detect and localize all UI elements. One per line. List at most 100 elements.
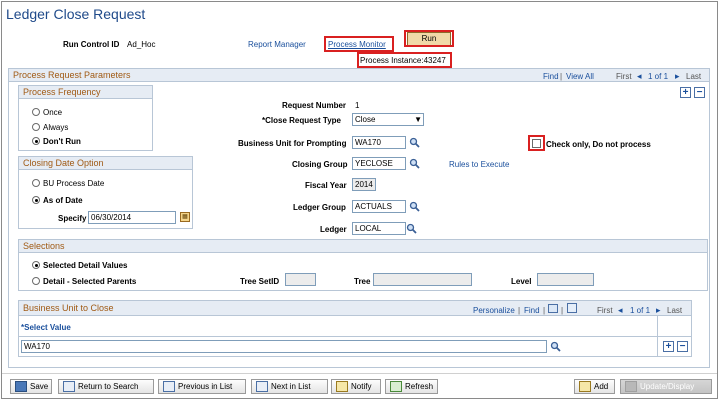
- save-icon: [15, 381, 27, 393]
- run-control-value: Ad_Hoc: [127, 40, 156, 49]
- report-manager-link[interactable]: Report Manager: [248, 40, 306, 49]
- save-label: Save: [30, 382, 49, 391]
- tree-input[interactable]: [373, 273, 472, 286]
- previous-in-list-button[interactable]: Previous in List: [158, 379, 246, 394]
- process-request-parameters-header: Process Request Parameters: [9, 69, 709, 82]
- params-next-arrow-icon[interactable]: ▸: [675, 71, 680, 82]
- frequency-once-label: Once: [43, 108, 63, 117]
- ledger-input[interactable]: LOCAL: [352, 222, 406, 235]
- update-display-button[interactable]: Update/Display: [620, 379, 712, 394]
- selections-title: Selections: [23, 241, 65, 251]
- bu-process-date-radio[interactable]: [32, 179, 40, 187]
- check-only-label: Check only, Do not process: [546, 140, 651, 149]
- bu-prompting-input[interactable]: WA170: [352, 136, 406, 149]
- next-in-list-button[interactable]: Next in List: [251, 379, 328, 394]
- select-value-column-header[interactable]: *Select Value: [21, 323, 71, 332]
- previous-in-list-icon: [163, 381, 175, 393]
- run-control-label: Run Control ID: [63, 40, 120, 49]
- toolbar-divider: [2, 373, 717, 374]
- frequency-dont-run-label: Don't Run: [43, 137, 81, 146]
- process-instance-highlight: [357, 52, 452, 68]
- refresh-label: Refresh: [405, 382, 434, 391]
- params-range: 1 of 1: [648, 72, 669, 81]
- return-to-search-button[interactable]: Return to Search: [58, 379, 154, 394]
- params-first: First: [616, 72, 632, 81]
- bu-close-last: Last: [667, 306, 683, 315]
- as-of-date-radio[interactable]: [32, 196, 40, 204]
- dropdown-arrow-icon: ▼: [414, 115, 422, 124]
- process-request-parameters-title: Process Request Parameters: [13, 70, 131, 80]
- calendar-icon[interactable]: ▦: [180, 212, 190, 222]
- level-label: Level: [511, 277, 532, 286]
- ledger-group-search-icon[interactable]: [409, 201, 420, 212]
- params-delete-row-icon[interactable]: −: [694, 87, 705, 98]
- process-frequency-title: Process Frequency: [23, 87, 101, 97]
- selections-header: Selections: [19, 240, 707, 253]
- next-in-list-icon: [256, 381, 268, 393]
- params-last: Last: [686, 72, 702, 81]
- bu-close-delete-row-icon[interactable]: −: [677, 341, 688, 352]
- bu-close-find-link[interactable]: Find: [524, 306, 540, 315]
- params-separator: |: [560, 72, 563, 81]
- specify-date-input[interactable]: 06/30/2014: [88, 211, 176, 224]
- bu-close-next-arrow-icon[interactable]: ▸: [656, 305, 661, 316]
- return-to-search-label: Return to Search: [78, 382, 139, 391]
- tree-setid-label: Tree SetID: [240, 277, 280, 286]
- frequency-dont-run-radio[interactable]: [32, 137, 40, 145]
- notify-label: Notify: [351, 382, 372, 391]
- fiscal-year-input[interactable]: 2014: [352, 178, 376, 191]
- request-number-value: 1: [355, 101, 360, 110]
- detail-selected-parents-radio[interactable]: [32, 277, 40, 285]
- params-prev-arrow-icon[interactable]: ◂: [637, 71, 642, 82]
- previous-in-list-label: Previous in List: [178, 382, 233, 391]
- closing-group-input[interactable]: YECLOSE: [352, 157, 406, 170]
- refresh-button[interactable]: Refresh: [385, 379, 438, 394]
- select-value-search-icon[interactable]: [550, 341, 561, 352]
- ledger-search-icon[interactable]: [406, 223, 417, 234]
- next-in-list-label: Next in List: [271, 382, 311, 391]
- personalize-link[interactable]: Personalize: [473, 306, 515, 315]
- level-input[interactable]: [537, 273, 594, 286]
- selected-detail-values-radio[interactable]: [32, 261, 40, 269]
- update-display-label: Update/Display: [640, 382, 695, 391]
- check-only-highlight: [528, 135, 545, 151]
- specify-label: Specify: [58, 214, 87, 223]
- closing-group-label: Closing Group: [292, 160, 348, 169]
- close-request-type-label: *Close Request Type: [262, 116, 341, 125]
- closing-group-search-icon[interactable]: [409, 158, 420, 169]
- params-add-row-icon[interactable]: +: [680, 87, 691, 98]
- fiscal-year-label: Fiscal Year: [305, 181, 347, 190]
- frequency-once-radio[interactable]: [32, 108, 40, 116]
- request-number-label: Request Number: [282, 101, 347, 110]
- notify-icon: [336, 381, 348, 393]
- ledger-group-input[interactable]: ACTUALS: [352, 200, 406, 213]
- closing-date-title: Closing Date Option: [23, 158, 104, 168]
- return-to-search-icon: [63, 381, 75, 393]
- rules-to-execute-link[interactable]: Rules to Execute: [449, 160, 509, 169]
- bu-process-date-label: BU Process Date: [43, 179, 105, 188]
- close-request-type-select[interactable]: Close ▼: [352, 113, 424, 126]
- grid-divider: [19, 336, 691, 337]
- process-frequency-header: Process Frequency: [19, 86, 152, 99]
- bu-close-column-header: [19, 316, 691, 336]
- notify-button[interactable]: Notify: [331, 379, 381, 394]
- bu-prompting-search-icon[interactable]: [409, 137, 420, 148]
- ledger-group-label: Ledger Group: [293, 203, 346, 212]
- bu-close-range: 1 of 1: [630, 306, 651, 315]
- params-view-all-link[interactable]: View All: [566, 72, 594, 81]
- view-all-grid-icon[interactable]: [548, 304, 558, 313]
- select-value-input[interactable]: WA170: [21, 340, 547, 353]
- frequency-always-radio[interactable]: [32, 123, 40, 131]
- detail-selected-parents-label: Detail - Selected Parents: [43, 277, 137, 286]
- bu-close-prev-arrow-icon[interactable]: ◂: [618, 305, 623, 316]
- download-excel-icon[interactable]: [567, 303, 577, 313]
- add-button[interactable]: Add: [574, 379, 615, 394]
- save-button[interactable]: Save: [10, 379, 52, 394]
- bu-close-header: Business Unit to Close: [19, 301, 691, 316]
- as-of-date-label: As of Date: [43, 196, 83, 205]
- bu-close-separator-3: |: [561, 306, 564, 315]
- params-find-link[interactable]: Find: [543, 72, 559, 81]
- tree-setid-input[interactable]: [285, 273, 316, 286]
- bu-close-add-row-icon[interactable]: +: [663, 341, 674, 352]
- refresh-icon: [390, 381, 402, 393]
